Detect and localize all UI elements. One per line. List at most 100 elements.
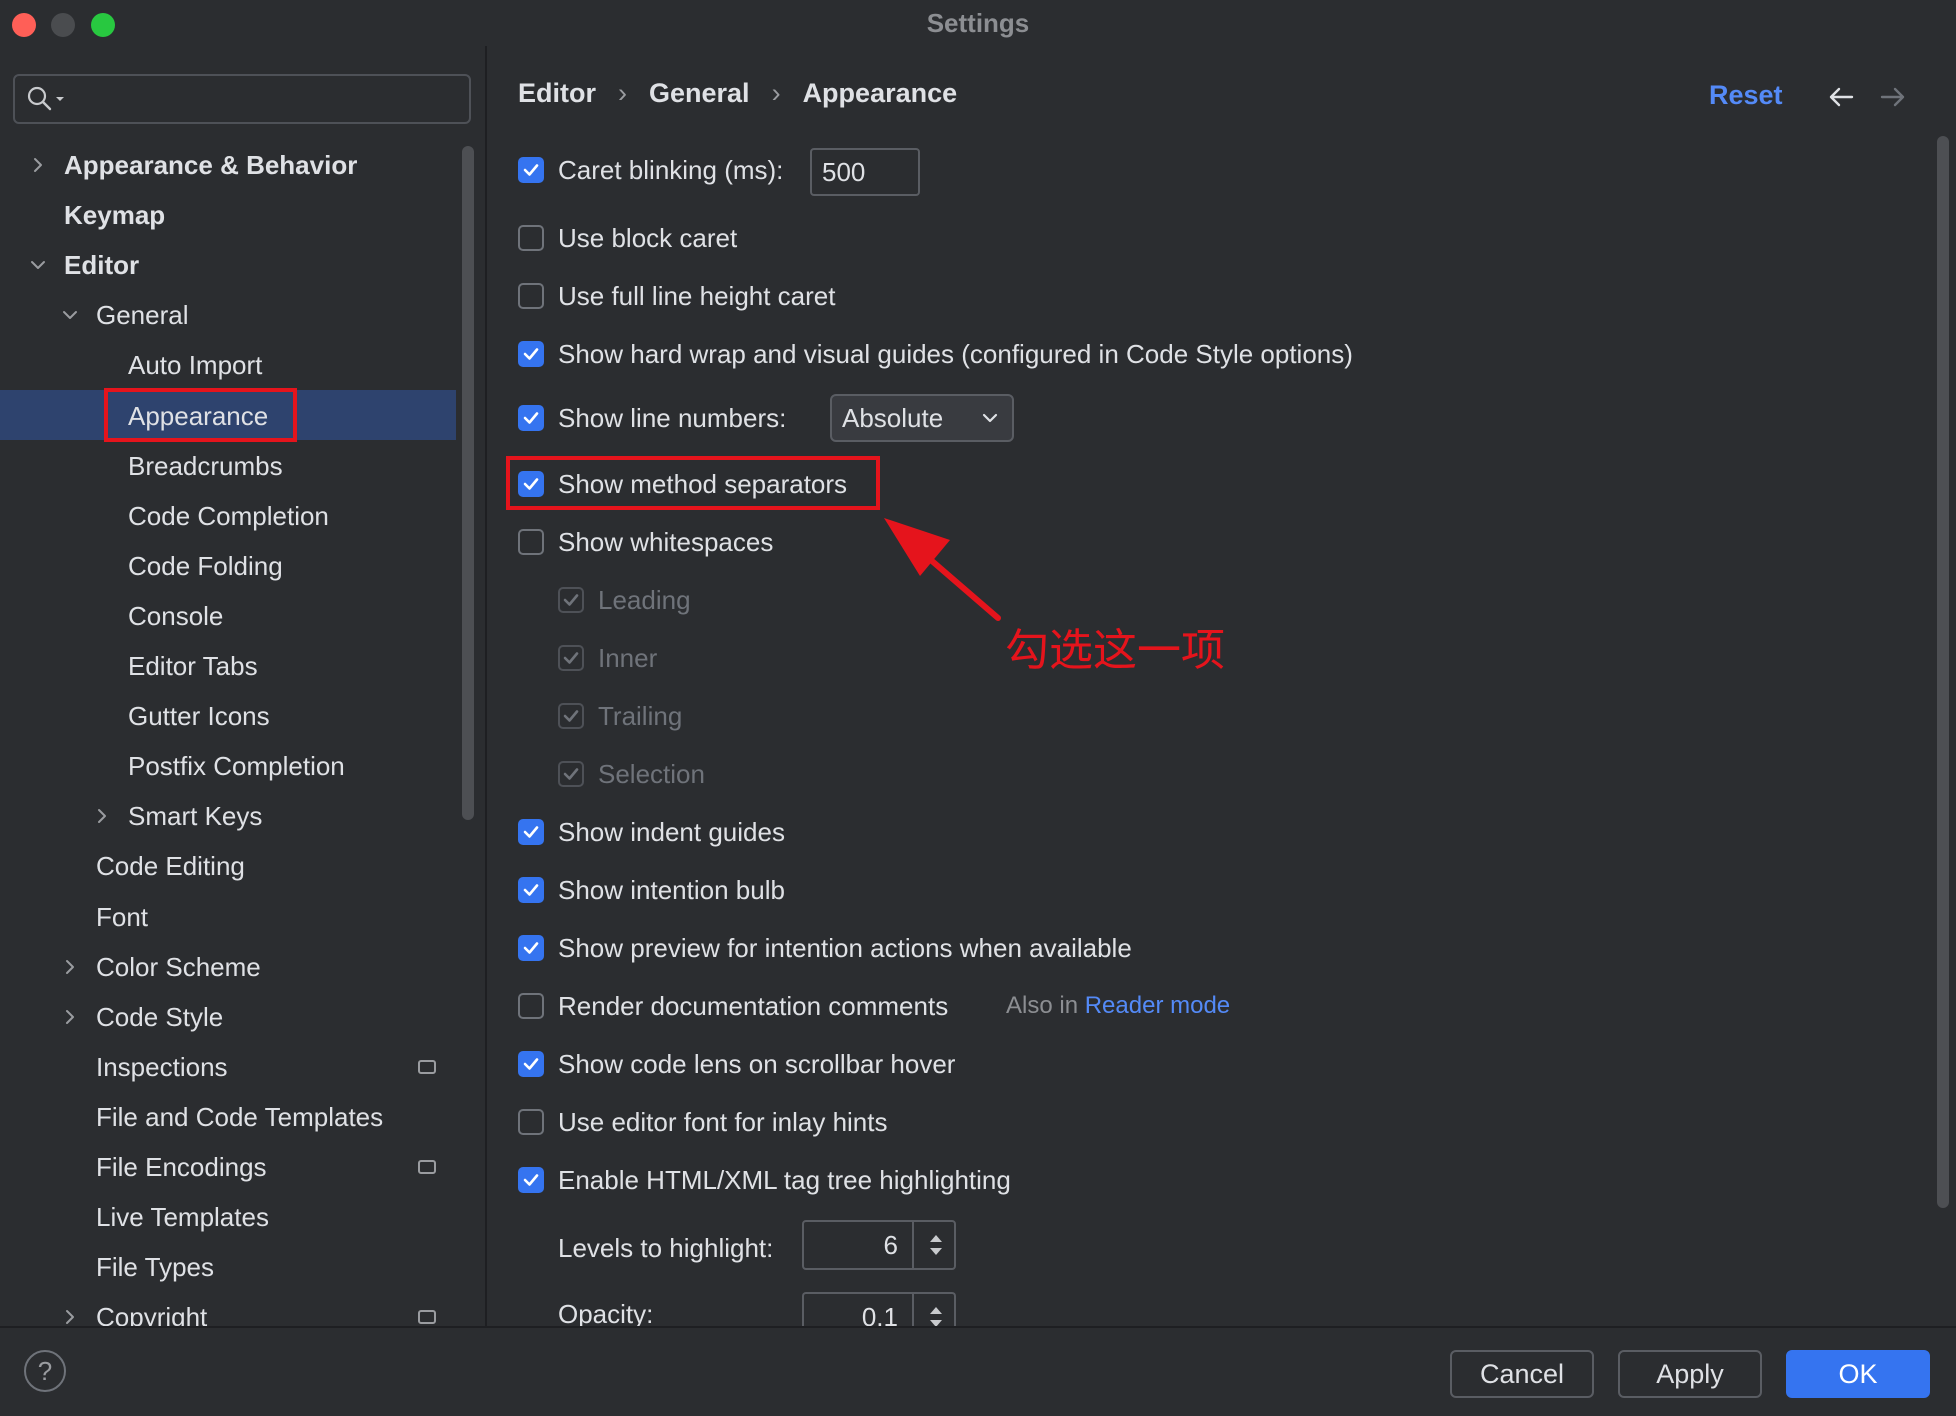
breadcrumb-item-general[interactable]: General (649, 78, 750, 108)
title-bar: Settings (0, 0, 1956, 46)
sidebar-item-code-completion[interactable]: Code Completion (128, 491, 329, 541)
project-scope-icon (418, 1060, 436, 1074)
full-line-caret-label[interactable]: Use full line height caret (558, 274, 835, 318)
sidebar-item-code-folding[interactable]: Code Folding (128, 541, 283, 591)
sidebar-scrollbar[interactable] (462, 146, 474, 820)
cancel-button[interactable]: Cancel (1450, 1350, 1594, 1398)
sidebar-item-keymap[interactable]: Keymap (64, 190, 165, 240)
render-docs-checkbox[interactable] (518, 993, 544, 1019)
sidebar-item-appearance[interactable]: Appearance (128, 391, 268, 441)
sidebar-item-editor[interactable]: Editor (64, 240, 139, 290)
ws-leading-label: Leading (598, 585, 691, 615)
stepper-arrows-icon[interactable] (926, 1230, 946, 1260)
sidebar-item-smart-keys[interactable]: Smart Keys (128, 791, 262, 841)
sidebar-item-postfix-completion[interactable]: Postfix Completion (128, 741, 345, 791)
chevron-right-icon[interactable] (60, 957, 80, 977)
checkmark-icon (563, 594, 579, 606)
preview-intention-label[interactable]: Show preview for intention actions when … (558, 926, 1132, 970)
reader-mode-link[interactable]: Reader mode (1085, 992, 1230, 1019)
levels-label: Levels to highlight: (558, 1233, 774, 1263)
reset-button[interactable]: Reset (1709, 80, 1783, 111)
code-lens-checkbox[interactable] (518, 1051, 544, 1077)
checkmark-icon (523, 1174, 539, 1186)
indent-guides-checkbox[interactable] (518, 819, 544, 845)
line-numbers-select[interactable]: Absolute (830, 394, 1014, 442)
ws-trailing-label: Trailing (598, 701, 683, 731)
line-numbers-label[interactable]: Show line numbers: (558, 396, 786, 440)
sidebar-item-breadcrumbs[interactable]: Breadcrumbs (128, 441, 283, 491)
project-scope-icon (418, 1310, 436, 1324)
opacity-stepper[interactable]: 0.1 (802, 1292, 956, 1326)
breadcrumb: Editor › General › Appearance (518, 78, 957, 118)
checkmark-icon (523, 826, 539, 838)
sidebar-item-appearance-behavior[interactable]: Appearance & Behavior (64, 140, 357, 190)
full-line-caret-checkbox[interactable] (518, 283, 544, 309)
tag-tree-label[interactable]: Enable HTML/XML tag tree highlighting (558, 1158, 1011, 1202)
block-caret-checkbox[interactable] (518, 225, 544, 251)
editor-font-hints-label[interactable]: Use editor font for inlay hints (558, 1100, 888, 1144)
whitespaces-checkbox[interactable] (518, 529, 544, 555)
sidebar-item-font[interactable]: Font (96, 892, 148, 942)
chevron-right-icon[interactable] (92, 806, 112, 826)
caret-blinking-label[interactable]: Caret blinking (ms): (558, 148, 783, 192)
arrow-right-icon[interactable] (1878, 82, 1908, 112)
block-caret-label[interactable]: Use block caret (558, 216, 737, 260)
content-scrollbar[interactable] (1937, 136, 1949, 1208)
breadcrumb-item-editor[interactable]: Editor (518, 78, 596, 108)
chevron-right-icon[interactable] (28, 155, 48, 175)
sidebar-item-file-encodings[interactable]: File Encodings (96, 1142, 267, 1192)
chevron-down-icon[interactable] (28, 255, 48, 275)
chevron-down-icon (982, 413, 998, 423)
hard-wrap-label[interactable]: Show hard wrap and visual guides (config… (558, 332, 1353, 376)
help-button[interactable]: ? (24, 1350, 66, 1392)
render-docs-label[interactable]: Render documentation comments (558, 984, 948, 1028)
whitespaces-label[interactable]: Show whitespaces (558, 520, 773, 564)
ws-inner-label: Inner (598, 643, 658, 673)
sidebar-item-general[interactable]: General (96, 290, 189, 340)
hard-wrap-checkbox[interactable] (518, 341, 544, 367)
checkmark-icon (563, 710, 579, 722)
option-highlight-annotation (506, 456, 880, 510)
sidebar-item-inspections[interactable]: Inspections (96, 1042, 228, 1092)
sidebar-item-code-style[interactable]: Code Style (96, 992, 223, 1042)
checkmark-icon (563, 652, 579, 664)
intention-bulb-label[interactable]: Show intention bulb (558, 868, 785, 912)
sidebar-item-file-and-code-templates[interactable]: File and Code Templates (96, 1092, 383, 1142)
chevron-down-icon[interactable] (60, 305, 80, 325)
line-numbers-select-value: Absolute (842, 403, 944, 433)
line-numbers-checkbox[interactable] (518, 405, 544, 431)
levels-stepper[interactable]: 6 (802, 1220, 956, 1270)
search-history-dropdown-icon[interactable] (55, 94, 65, 104)
opacity-value: 0.1 (861, 1302, 898, 1326)
sidebar-item-editor-tabs[interactable]: Editor Tabs (128, 641, 258, 691)
apply-button[interactable]: Apply (1618, 1350, 1762, 1398)
sidebar-item-gutter-icons[interactable]: Gutter Icons (128, 691, 270, 741)
sidebar-item-color-scheme[interactable]: Color Scheme (96, 942, 261, 992)
checkmark-icon (523, 884, 539, 896)
sidebar-item-auto-import[interactable]: Auto Import (128, 340, 262, 390)
window-title: Settings (926, 8, 1030, 38)
sidebar-item-code-editing[interactable]: Code Editing (96, 841, 245, 891)
sidebar-item-console[interactable]: Console (128, 591, 223, 641)
caret-blinking-checkbox[interactable] (518, 157, 544, 183)
checkmark-icon (523, 942, 539, 954)
tag-tree-checkbox[interactable] (518, 1167, 544, 1193)
editor-font-hints-checkbox[interactable] (518, 1109, 544, 1135)
chevron-right-icon[interactable] (60, 1007, 80, 1027)
breadcrumb-item-appearance: Appearance (802, 78, 958, 108)
code-lens-label[interactable]: Show code lens on scrollbar hover (558, 1042, 955, 1086)
stepper-divider (912, 1294, 914, 1326)
arrow-left-icon[interactable] (1826, 82, 1856, 112)
chevron-right-icon[interactable] (60, 1307, 80, 1327)
stepper-arrows-icon[interactable] (926, 1302, 946, 1326)
intention-bulb-checkbox[interactable] (518, 877, 544, 903)
indent-guides-label[interactable]: Show indent guides (558, 810, 785, 854)
project-scope-icon (418, 1160, 436, 1174)
preview-intention-checkbox[interactable] (518, 935, 544, 961)
sidebar-item-live-templates[interactable]: Live Templates (96, 1192, 269, 1242)
sidebar-divider[interactable] (485, 46, 487, 1326)
ok-button[interactable]: OK (1786, 1350, 1930, 1398)
settings-search-input[interactable] (13, 74, 471, 124)
sidebar-item-file-types[interactable]: File Types (96, 1242, 214, 1292)
caret-blinking-input[interactable]: 500 (810, 148, 920, 196)
